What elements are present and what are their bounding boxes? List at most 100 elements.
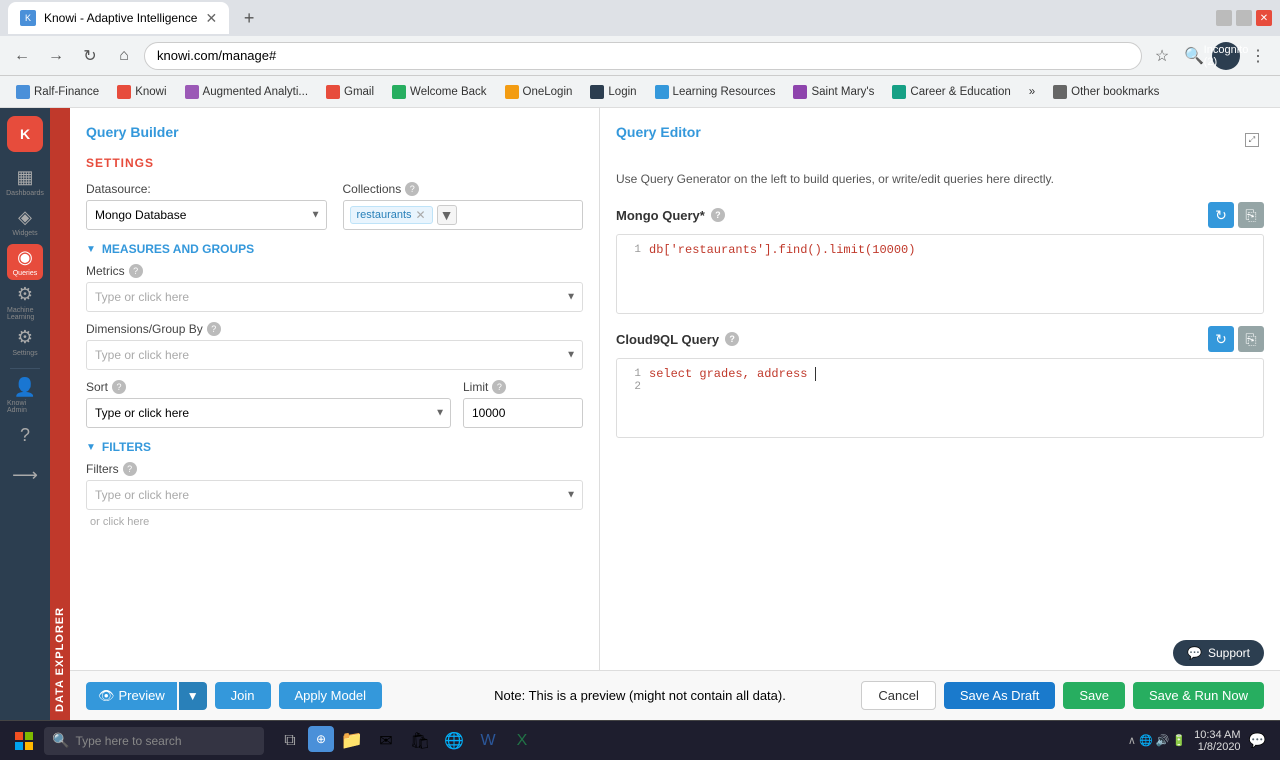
start-button[interactable] bbox=[6, 726, 42, 756]
tab-favicon: K bbox=[20, 10, 36, 26]
taskbar-chrome-icon[interactable]: ⊕ bbox=[308, 726, 334, 752]
collections-help-icon[interactable]: ? bbox=[405, 182, 419, 196]
bookmark-login[interactable]: Login bbox=[582, 82, 644, 102]
cancel-button[interactable]: Cancel bbox=[861, 681, 935, 710]
menu-button[interactable]: ⋮ bbox=[1244, 42, 1272, 70]
network-icon[interactable]: 🌐 bbox=[1139, 734, 1153, 747]
system-time[interactable]: 10:34 AM 1/8/2020 bbox=[1194, 729, 1240, 753]
eye-icon: 👁 bbox=[98, 688, 115, 704]
minimize-button[interactable] bbox=[1216, 10, 1232, 26]
limit-input[interactable]: 10000 bbox=[463, 398, 583, 428]
home-button[interactable]: ⌂ bbox=[110, 42, 138, 70]
sidebar-icon-help[interactable]: ? bbox=[7, 417, 43, 453]
filter-label: Filters ? bbox=[86, 462, 583, 476]
apply-model-button[interactable]: Apply Model bbox=[279, 682, 383, 709]
tag-add-button[interactable]: ▼ bbox=[437, 205, 457, 225]
filter-help-icon[interactable]: ? bbox=[123, 462, 137, 476]
refresh-button[interactable]: ↻ bbox=[76, 42, 104, 70]
chevron-up-icon[interactable]: ∧ bbox=[1128, 734, 1136, 747]
more-bookmarks-button[interactable]: » bbox=[1021, 83, 1043, 101]
bookmark-favicon bbox=[655, 85, 669, 99]
metrics-help-icon[interactable]: ? bbox=[129, 264, 143, 278]
battery-icon[interactable]: 🔋 bbox=[1172, 734, 1186, 747]
taskbar-mail-icon[interactable]: ✉ bbox=[370, 726, 402, 756]
bookmark-ralf-finance[interactable]: Ralf-Finance bbox=[8, 82, 107, 102]
notification-icon[interactable]: 💬 bbox=[1249, 732, 1266, 749]
taskbar-search-box[interactable]: 🔍 Type here to search bbox=[44, 727, 264, 755]
metrics-select-wrapper: Type or click here ▼ bbox=[86, 282, 583, 312]
support-button[interactable]: 💬 Support bbox=[1173, 640, 1264, 666]
dimensions-help-icon[interactable]: ? bbox=[207, 322, 221, 336]
sidebar-icon-admin[interactable]: 👤 Knowi Admin bbox=[7, 377, 43, 413]
tag-remove-button[interactable]: ✕ bbox=[416, 208, 426, 222]
taskbar-explorer-icon[interactable]: 📁 bbox=[336, 726, 368, 756]
measures-section-header[interactable]: ▼ MEASURES AND GROUPS bbox=[86, 242, 583, 256]
mongo-refresh-button[interactable]: ↻ bbox=[1208, 202, 1234, 228]
limit-help-icon[interactable]: ? bbox=[492, 380, 506, 394]
mongo-query-section: Mongo Query* ? ↻ ⎘ 1 db['restaurants'].f… bbox=[616, 202, 1264, 314]
filters-section-header[interactable]: ▼ FILTERS bbox=[86, 440, 583, 454]
sidebar-icon-widgets[interactable]: ◈ Widgets bbox=[7, 204, 43, 240]
bookmark-augmented[interactable]: Augmented Analyti... bbox=[177, 82, 316, 102]
sort-help-icon[interactable]: ? bbox=[112, 380, 126, 394]
maximize-button[interactable] bbox=[1236, 10, 1252, 26]
cloud9ql-help-icon[interactable]: ? bbox=[725, 332, 739, 346]
bookmark-saint-marys[interactable]: Saint Mary's bbox=[785, 82, 882, 102]
save-button[interactable]: Save bbox=[1063, 682, 1125, 709]
save-as-draft-button[interactable]: Save As Draft bbox=[944, 682, 1055, 709]
or-click-here-hint: or click here bbox=[86, 516, 583, 528]
bookmark-knowi[interactable]: Knowi bbox=[109, 82, 174, 102]
mongo-code-editor[interactable]: 1 db['restaurants'].find().limit(10000) bbox=[616, 234, 1264, 314]
sidebar-icon-queries[interactable]: ◉ Queries bbox=[7, 244, 43, 280]
sort-group: Sort ? Type or click here ▼ bbox=[86, 380, 451, 428]
taskbar-task-view[interactable]: ⧉ bbox=[274, 726, 306, 756]
cloud9ql-code-editor[interactable]: 1 select grades, address 2 bbox=[616, 358, 1264, 438]
save-and-run-button[interactable]: Save & Run Now bbox=[1133, 682, 1264, 709]
metrics-input[interactable]: Type or click here ▼ bbox=[86, 282, 583, 312]
cloud9ql-copy-button[interactable]: ⎘ bbox=[1238, 326, 1264, 352]
back-button[interactable]: ← bbox=[8, 42, 36, 70]
bookmark-welcome-back[interactable]: Welcome Back bbox=[384, 82, 494, 102]
join-button[interactable]: Join bbox=[215, 682, 271, 709]
limit-label: Limit ? bbox=[463, 380, 583, 394]
volume-icon[interactable]: 🔊 bbox=[1156, 734, 1170, 747]
datasource-group: Datasource: Mongo Database ▼ bbox=[86, 182, 327, 230]
bookmark-gmail[interactable]: Gmail bbox=[318, 82, 382, 102]
sidebar-icon-ml[interactable]: ⚙ Machine Learning bbox=[7, 284, 43, 320]
collections-tag-input[interactable]: restaurants ✕ ▼ bbox=[343, 200, 584, 230]
sidebar-icon-settings[interactable]: ⚙ Settings bbox=[7, 324, 43, 360]
forward-button[interactable]: → bbox=[42, 42, 70, 70]
new-tab-button[interactable]: + bbox=[235, 4, 263, 32]
sidebar-icon-login[interactable]: ⟶ bbox=[7, 457, 43, 493]
address-bar[interactable] bbox=[144, 42, 1142, 70]
fullscreen-button[interactable]: ⤢ bbox=[1240, 128, 1264, 152]
taskbar-excel-icon[interactable]: X bbox=[506, 726, 538, 756]
sidebar-icon-dashboard[interactable]: ▦ Dashboards bbox=[7, 164, 43, 200]
taskbar-chrome2-icon[interactable]: 🌐 bbox=[438, 726, 470, 756]
datasource-select[interactable]: Mongo Database bbox=[86, 200, 327, 230]
taskbar-store-icon[interactable]: 🛍 bbox=[404, 726, 436, 756]
bookmark-onelogin[interactable]: OneLogin bbox=[497, 82, 581, 102]
tab-close-button[interactable]: ✕ bbox=[205, 10, 217, 27]
profile-button[interactable]: Incognito (2) bbox=[1212, 42, 1240, 70]
active-tab[interactable]: K Knowi - Adaptive Intelligence ✕ bbox=[8, 2, 229, 34]
sort-select[interactable]: Type or click here bbox=[86, 398, 451, 428]
bookmark-career-education[interactable]: Career & Education bbox=[884, 82, 1018, 102]
preview-dropdown-button[interactable]: ▼ bbox=[179, 682, 207, 710]
bookmark-learning-resources[interactable]: Learning Resources bbox=[647, 82, 784, 102]
dimensions-label: Dimensions/Group By ? bbox=[86, 322, 583, 336]
mongo-query-help-icon[interactable]: ? bbox=[711, 208, 725, 222]
bookmark-button[interactable]: ☆ bbox=[1148, 42, 1176, 70]
mongo-copy-button[interactable]: ⎘ bbox=[1238, 202, 1264, 228]
other-bookmarks[interactable]: Other bookmarks bbox=[1045, 82, 1167, 102]
dimensions-group: Dimensions/Group By ? Type or click here… bbox=[86, 322, 583, 370]
settings-header: SETTINGS bbox=[86, 156, 583, 170]
cloud9ql-refresh-button[interactable]: ↻ bbox=[1208, 326, 1234, 352]
filters-input[interactable]: Type or click here ▼ bbox=[86, 480, 583, 510]
data-explorer-tab[interactable]: DATA EXPLORER bbox=[50, 108, 70, 720]
taskbar-word-icon[interactable]: W bbox=[472, 726, 504, 756]
preview-button[interactable]: 👁 Preview bbox=[86, 682, 177, 710]
close-button[interactable]: ✕ bbox=[1256, 10, 1272, 26]
app-logo[interactable]: K bbox=[7, 116, 43, 152]
dimensions-input[interactable]: Type or click here ▼ bbox=[86, 340, 583, 370]
